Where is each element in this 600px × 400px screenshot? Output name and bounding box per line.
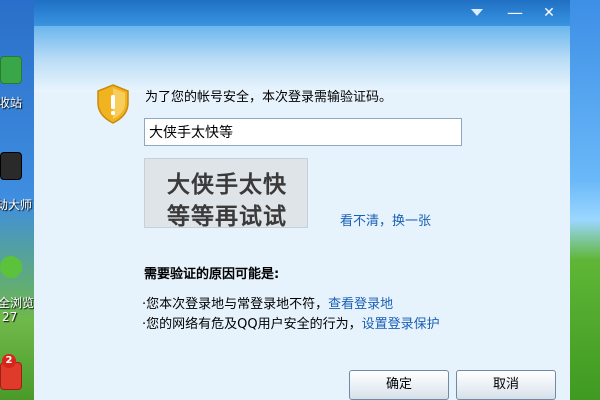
desktop-label-27: 27: [2, 310, 18, 324]
refresh-captcha-link[interactable]: 看不清，换一张: [340, 210, 431, 229]
desktop-label-recycle[interactable]: 收站: [0, 94, 22, 111]
captcha-image[interactable]: 大侠手太快 等等再试试: [144, 158, 308, 230]
shield-warning-icon: [96, 84, 130, 124]
captcha-image-line-2: 等等再试试: [167, 204, 287, 230]
notification-badge: 2: [2, 354, 16, 368]
view-login-location-link[interactable]: 查看登录地: [328, 297, 393, 312]
browser-icon[interactable]: [0, 256, 22, 278]
captcha-image-line-1: 大侠手太快: [167, 172, 287, 198]
desktop-label-browser[interactable]: 全浏览: [0, 294, 34, 311]
security-prompt-text: 为了您的帐号安全，本次登录需输验证码。: [145, 90, 393, 105]
captcha-dialog: — ✕ 为了您的帐号安全，本次登录需输验证码。 大侠手太快 等等再试试 看不清，…: [34, 0, 570, 400]
reason-text: ·您的网络有危及QQ用户安全的行为，: [142, 317, 362, 332]
desktop-left-edge: 收站 劫大师 全浏览 27 2: [0, 0, 34, 400]
reason-item: ·您本次登录地与常登录地不符，查看登录地: [142, 293, 393, 312]
desktop-label-master[interactable]: 劫大师: [0, 196, 32, 213]
login-protection-link[interactable]: 设置登录保护: [362, 317, 440, 332]
captcha-input[interactable]: [144, 118, 462, 146]
recycle-bin-icon[interactable]: [0, 56, 22, 84]
cancel-button[interactable]: 取消: [456, 370, 556, 400]
desktop-right-edge: [570, 0, 600, 400]
reason-text: ·您本次登录地与常登录地不符，: [142, 297, 329, 312]
reason-item: ·您的网络有危及QQ用户安全的行为，设置登录保护: [142, 313, 440, 332]
dialog-body: 为了您的帐号安全，本次登录需输验证码。 大侠手太快 等等再试试 看不清，换一张 …: [34, 0, 570, 400]
ok-button[interactable]: 确定: [349, 370, 449, 400]
utility-app-icon[interactable]: [0, 152, 22, 180]
reasons-heading: 需要验证的原因可能是:: [144, 267, 280, 282]
